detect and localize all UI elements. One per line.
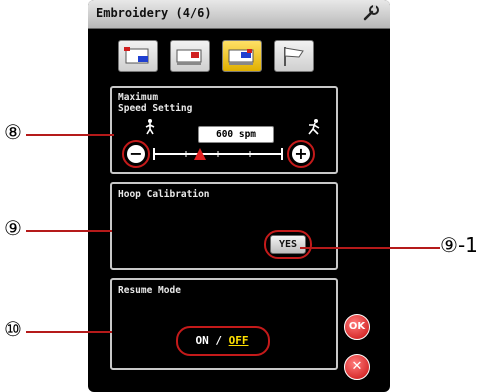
callout-9-1-suffix: -1 bbox=[457, 233, 478, 257]
ok-button[interactable]: OK bbox=[344, 314, 370, 340]
embroidery-frame-icon bbox=[124, 47, 149, 64]
tab-embroidery-settings[interactable] bbox=[222, 40, 262, 72]
resume-mode-label: Resume Mode bbox=[118, 285, 181, 296]
speed-slider[interactable] bbox=[150, 140, 286, 166]
embroidery-machine-icon bbox=[176, 49, 202, 65]
resume-toggle-highlight bbox=[176, 326, 270, 356]
wrench-icon[interactable] bbox=[362, 4, 380, 22]
page-title: Embroidery (4/6) bbox=[96, 6, 212, 20]
callout-9-1-number: ⑨ bbox=[440, 233, 458, 257]
title-bar: Embroidery (4/6) bbox=[88, 0, 390, 29]
max-speed-label-line1: Maximum bbox=[118, 92, 159, 103]
callout-9: ⑨ bbox=[4, 216, 22, 240]
walking-person-icon bbox=[145, 119, 155, 135]
max-speed-panel: Maximum Speed Setting 600 spm − + bbox=[110, 86, 338, 174]
running-person-icon bbox=[308, 119, 320, 135]
hoop-calibration-panel: Hoop Calibration YES bbox=[110, 182, 338, 270]
flag-icon bbox=[284, 47, 304, 66]
tab-embroidery-frame[interactable] bbox=[118, 40, 158, 72]
callout-9-line bbox=[26, 230, 112, 232]
resume-mode-panel: Resume Mode ON / OFF bbox=[110, 278, 338, 370]
callout-8-line bbox=[26, 134, 114, 136]
callout-10-line bbox=[26, 331, 112, 333]
callout-9-1: ⑨-1 bbox=[440, 233, 478, 257]
embroidery-settings-screen: Embroidery (4/6) Maximum Speed Setting 6… bbox=[88, 0, 390, 392]
tab-embroidery-machine[interactable] bbox=[170, 40, 210, 72]
callout-8: ⑧ bbox=[4, 120, 22, 144]
tab-flag[interactable] bbox=[274, 40, 314, 72]
max-speed-label-line2: Speed Setting bbox=[118, 103, 193, 114]
plus-button-highlight bbox=[287, 140, 315, 168]
callout-10: ⑩ bbox=[4, 317, 22, 341]
hoop-calibration-label: Hoop Calibration bbox=[118, 189, 210, 200]
embroidery-machine-highlight-icon bbox=[228, 49, 254, 65]
yes-button-highlight bbox=[264, 230, 312, 259]
callout-9-1-line bbox=[300, 247, 440, 249]
minus-button-highlight bbox=[122, 140, 150, 168]
close-button[interactable]: ✕ bbox=[344, 354, 370, 380]
